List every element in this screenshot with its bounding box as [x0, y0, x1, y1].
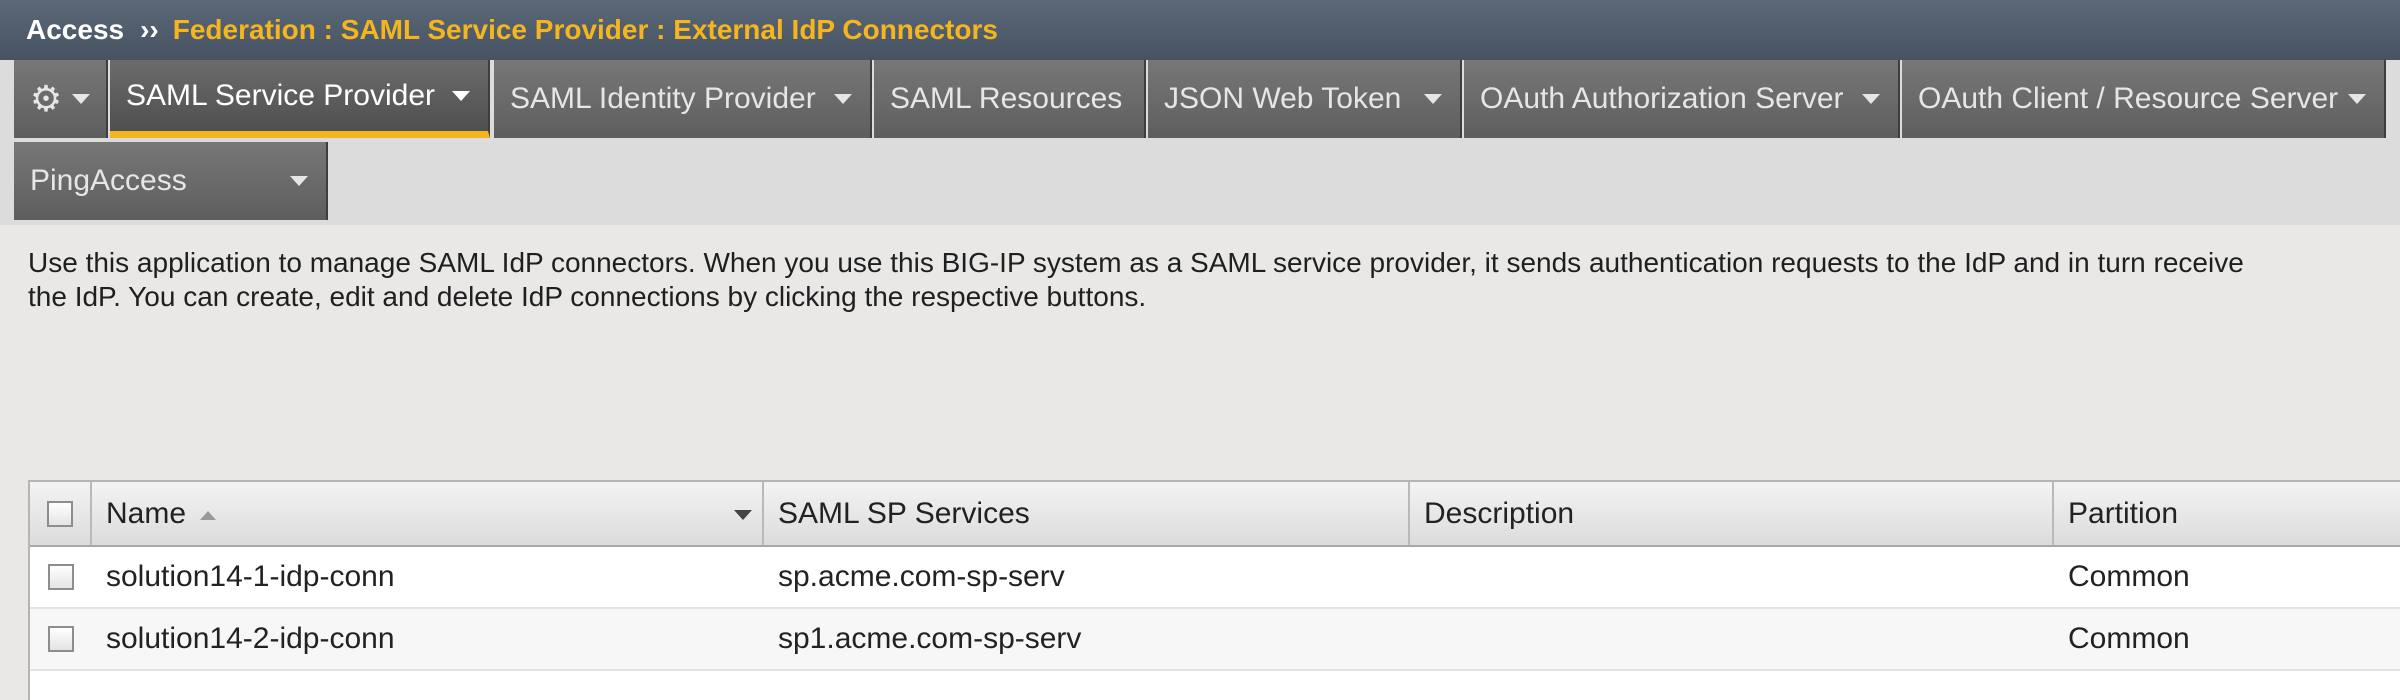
table-row[interactable]: solution14-2-idp-conn sp1.acme.com-sp-se… [30, 609, 2400, 671]
cell-name[interactable]: solution14-2-idp-conn [106, 609, 395, 669]
tab-label: OAuth Client / Resource Server [1918, 82, 2339, 115]
column-label: SAML SP Services [778, 496, 1030, 530]
row-select-cell [30, 547, 92, 607]
column-menu-icon[interactable] [734, 510, 752, 520]
chevron-down-icon[interactable] [1424, 94, 1442, 104]
column-header-name[interactable]: Name [92, 482, 764, 545]
idp-connectors-table: Name SAML SP Services Description Partit… [28, 480, 2400, 700]
cell-name[interactable]: solution14-1-idp-conn [106, 547, 395, 607]
tab-label: JSON Web Token [1164, 82, 1402, 115]
column-header-services[interactable]: SAML SP Services [764, 482, 1410, 545]
select-all-checkbox[interactable] [47, 500, 73, 527]
tab-settings[interactable]: ⚙ [14, 60, 108, 138]
page-title: Federation : SAML Service Provider : Ext… [172, 14, 998, 45]
column-label: Description [1424, 496, 1575, 530]
tab-label: SAML Resources [890, 82, 1123, 115]
row-checkbox[interactable] [48, 626, 74, 652]
sort-ascending-icon [200, 511, 217, 520]
chevron-down-icon [72, 94, 91, 104]
cell-partition: Common [2068, 560, 2190, 593]
tab-label: PingAccess [30, 164, 187, 197]
select-all-cell [30, 482, 92, 545]
table-header: Name SAML SP Services Description Partit… [30, 482, 2400, 547]
tab-saml-resources[interactable]: SAML Resources [874, 60, 1146, 138]
tab-label: SAML Service Provider [126, 78, 435, 112]
row-checkbox[interactable] [48, 564, 74, 590]
tab-saml-service-provider[interactable]: SAML Service Provider [110, 60, 490, 138]
cell-services: sp1.acme.com-sp-serv [778, 622, 1082, 655]
column-label: Partition [2068, 496, 2179, 530]
chevron-down-icon[interactable] [452, 90, 470, 101]
chevron-down-icon[interactable] [2348, 94, 2366, 104]
table-row[interactable]: solution14-1-idp-conn sp.acme.com-sp-ser… [30, 547, 2400, 609]
tab-oauth-client-resource-server[interactable]: OAuth Client / Resource Server [1902, 60, 2386, 138]
breadcrumb-separator: ›› [140, 14, 159, 45]
tab-oauth-authorization-server[interactable]: OAuth Authorization Server [1464, 60, 1900, 138]
chevron-down-icon[interactable] [290, 176, 308, 186]
description-line-1: Use this application to manage SAML IdP … [28, 247, 2244, 278]
tab-pingaccess[interactable]: PingAccess [14, 142, 328, 220]
row-select-cell [30, 609, 92, 669]
column-header-description[interactable]: Description [1410, 482, 2054, 545]
tab-label: OAuth Authorization Server [1480, 82, 1844, 115]
cell-services: sp.acme.com-sp-serv [778, 560, 1065, 593]
tab-saml-identity-provider[interactable]: SAML Identity Provider [494, 60, 872, 138]
column-label: Name [106, 496, 187, 530]
tab-json-web-token[interactable]: JSON Web Token [1148, 60, 1462, 138]
chevron-down-icon[interactable] [1862, 94, 1880, 104]
breadcrumb: Access ›› Federation : SAML Service Prov… [0, 0, 2400, 61]
breadcrumb-root[interactable]: Access [26, 14, 124, 46]
gear-icon: ⚙ [29, 78, 63, 119]
chevron-down-icon[interactable] [834, 94, 852, 104]
tab-label: SAML Identity Provider [510, 82, 816, 115]
tab-bar: ⚙ SAML Service Provider SAML Identity Pr… [0, 60, 2400, 225]
description-line-2: the IdP. You can create, edit and delete… [28, 281, 1147, 312]
cell-partition: Common [2068, 622, 2190, 655]
page-description: Use this application to manage SAML IdP … [28, 246, 2398, 314]
column-header-partition[interactable]: Partition [2054, 482, 2400, 545]
